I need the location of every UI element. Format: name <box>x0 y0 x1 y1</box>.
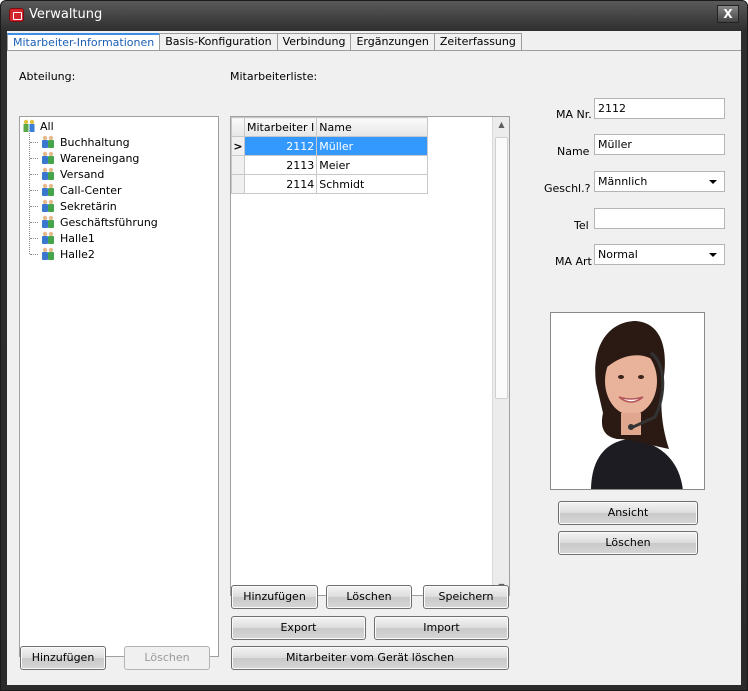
department-label: Abteilung: <box>19 70 76 83</box>
tel-label: Tel <box>574 219 589 232</box>
employee-table: Mitarbeiter I Name > 2112 Müller 2113 Me… <box>231 117 429 194</box>
tree-item-label: Buchhaltung <box>60 135 130 149</box>
cell-id[interactable]: 2113 <box>243 155 318 175</box>
employee-delete-button[interactable]: Löschen <box>326 585 412 609</box>
table-row[interactable]: > 2112 Müller <box>231 136 429 156</box>
department-delete-button: Löschen <box>124 646 210 670</box>
title-bar[interactable]: Verwaltung X <box>1 1 747 31</box>
tree-connector <box>30 238 38 239</box>
gender-select[interactable]: Männlich <box>594 171 725 192</box>
table-row[interactable]: 2114 Schmidt <box>231 174 429 194</box>
chevron-down-icon <box>709 253 717 257</box>
group-icon <box>42 199 54 212</box>
export-button[interactable]: Export <box>231 616 366 640</box>
close-button[interactable]: X <box>717 5 739 23</box>
tree-item-label: Sekretärin <box>60 199 117 213</box>
employee-photo <box>550 312 705 490</box>
group-icon <box>42 215 54 228</box>
tree-item-label: All <box>40 119 54 133</box>
row-selector[interactable] <box>231 174 245 194</box>
app-icon <box>9 8 24 22</box>
cell-name[interactable]: Meier <box>316 155 429 175</box>
group-icon <box>42 231 54 244</box>
tab-strip: Mitarbeiter-Informationen Basis-Konfigur… <box>7 33 522 52</box>
department-tree[interactable]: All Buchhaltung Wareneingang Versand Call-C… <box>19 116 219 657</box>
tab-time-tracking[interactable]: Zeiterfassung <box>433 33 522 51</box>
table-header-row: Mitarbeiter I Name <box>231 117 429 137</box>
column-header-id[interactable]: Mitarbeiter I <box>243 117 318 137</box>
column-header-name[interactable]: Name <box>316 117 429 137</box>
employee-save-button[interactable]: Speichern <box>423 585 509 609</box>
chevron-down-icon <box>709 180 717 184</box>
row-selector-icon[interactable]: > <box>231 136 245 156</box>
tel-field[interactable] <box>594 208 725 229</box>
tree-connector <box>30 206 38 207</box>
tree-item-label: Versand <box>60 167 105 181</box>
import-button[interactable]: Import <box>374 616 509 640</box>
group-icon <box>42 247 54 260</box>
ma-nr-label: MA Nr. <box>556 108 592 121</box>
tree-connector <box>30 190 38 191</box>
tree-item[interactable]: Halle2 <box>40 246 95 262</box>
photo-delete-button[interactable]: Löschen <box>558 531 698 555</box>
gender-select-value: Männlich <box>598 175 648 188</box>
tab-additions[interactable]: Ergänzungen <box>350 33 435 51</box>
tree-connector <box>30 254 38 255</box>
cell-id[interactable]: 2112 <box>243 136 318 156</box>
tree-item-label: Halle2 <box>60 247 95 261</box>
cell-name[interactable]: Müller <box>316 136 429 156</box>
tab-content: Abteilung: All Buchhaltung Wareneingang Ve… <box>7 50 741 685</box>
table-row[interactable]: 2113 Meier <box>231 155 429 175</box>
tree-item[interactable]: Buchhaltung <box>40 134 130 150</box>
employee-grid[interactable]: Mitarbeiter I Name > 2112 Müller 2113 Me… <box>230 116 510 596</box>
cell-id[interactable]: 2114 <box>243 174 318 194</box>
tree-item-label: Halle1 <box>60 231 95 245</box>
group-icon <box>42 183 54 196</box>
employee-add-button[interactable]: Hinzufügen <box>231 585 318 609</box>
client-area: Mitarbeiter-Informationen Basis-Konfigur… <box>7 31 741 685</box>
group-all-icon <box>23 119 35 132</box>
ma-art-select[interactable]: Normal <box>594 244 725 265</box>
ma-art-select-value: Normal <box>598 248 638 261</box>
window-title: Verwaltung <box>29 7 103 22</box>
tree-item[interactable]: Halle1 <box>40 230 95 246</box>
tree-item[interactable]: Call-Center <box>40 182 122 198</box>
tree-item-label: Geschäftsführung <box>60 215 158 229</box>
gender-label: Geschl.? <box>544 182 591 195</box>
tree-item-all[interactable]: All <box>22 118 54 134</box>
scroll-thumb[interactable] <box>495 137 508 399</box>
tree-item[interactable]: Wareneingang <box>40 150 139 166</box>
view-button[interactable]: Ansicht <box>558 501 698 525</box>
tree-item-label: Wareneingang <box>60 151 140 165</box>
tree-item-label: Call-Center <box>60 183 122 197</box>
name-field[interactable]: Müller <box>594 134 725 155</box>
department-add-button[interactable]: Hinzufügen <box>20 646 106 670</box>
tree-item[interactable]: Geschäftsführung <box>40 214 158 230</box>
name-label: Name <box>557 145 590 158</box>
group-icon <box>42 167 54 180</box>
cell-name[interactable]: Schmidt <box>316 174 429 194</box>
tree-connector <box>30 174 38 175</box>
tree-connector <box>30 158 38 159</box>
ma-art-label: MA Art <box>555 255 592 268</box>
tree-item[interactable]: Sekretärin <box>40 198 117 214</box>
employee-list-label: Mitarbeiterliste: <box>230 70 318 83</box>
ma-nr-field[interactable]: 2112 <box>594 98 725 119</box>
row-header-corner <box>231 117 245 137</box>
tab-connection[interactable]: Verbindung <box>276 33 352 51</box>
app-window: Verwaltung X Mitarbeiter-Informationen B… <box>0 0 748 691</box>
group-icon <box>42 151 54 164</box>
tree-connector <box>30 142 38 143</box>
group-icon <box>42 135 54 148</box>
tab-basic-config[interactable]: Basis-Konfiguration <box>159 33 278 51</box>
delete-from-device-button[interactable]: Mitarbeiter vom Gerät löschen <box>231 646 509 670</box>
scroll-up-icon[interactable]: ▲ <box>493 117 510 133</box>
row-selector[interactable] <box>231 155 245 175</box>
tree-item[interactable]: Versand <box>40 166 104 182</box>
employee-portrait-image <box>551 313 704 489</box>
tree-connector <box>30 222 38 223</box>
vertical-scrollbar[interactable]: ▲ ▼ <box>492 117 509 595</box>
